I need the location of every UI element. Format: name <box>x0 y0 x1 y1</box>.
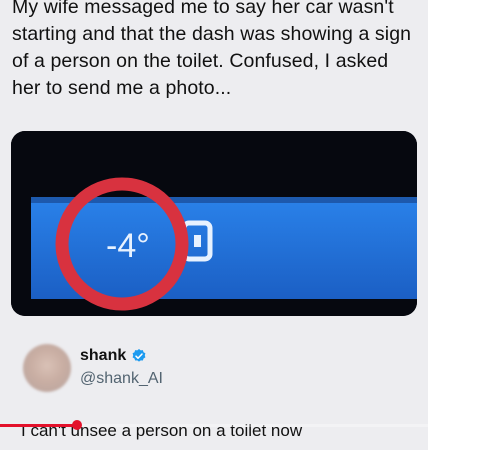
post-text: My wife messaged me to say her car wasn'… <box>12 0 412 99</box>
side-margin <box>428 0 481 450</box>
dashboard-photo: -4° <box>11 131 417 316</box>
author-name[interactable]: shank <box>80 347 126 365</box>
dash-display <box>31 197 417 299</box>
verified-badge-icon <box>132 349 146 362</box>
video-progress-handle[interactable] <box>72 420 82 430</box>
reply-tweet[interactable]: shank @shank_AI I can't unsee a person o… <box>0 335 428 450</box>
author-handle[interactable]: @shank_AI <box>80 370 163 388</box>
dash-temperature: -4° <box>106 227 150 265</box>
video-progress-fill <box>0 424 77 427</box>
post-photo[interactable]: -4° <box>11 131 417 316</box>
reply-author: shank <box>80 347 147 365</box>
avatar[interactable] <box>23 344 71 392</box>
post-card: My wife messaged me to say her car wasn'… <box>0 0 428 450</box>
